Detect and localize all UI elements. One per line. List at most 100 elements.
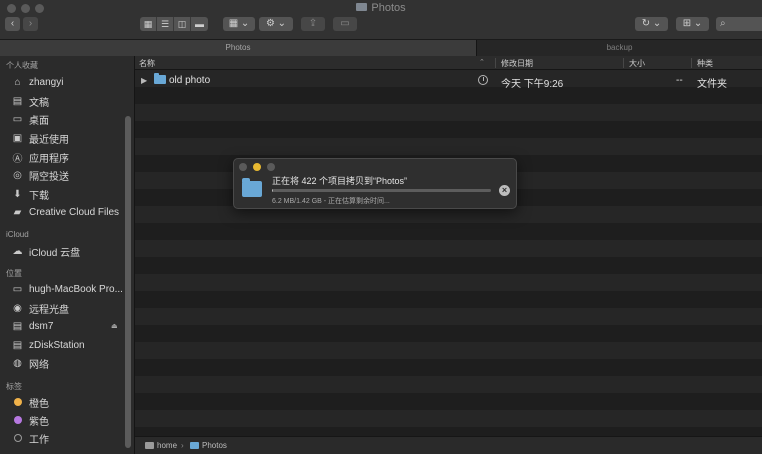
tab-bar: Photos backup [0,40,762,56]
tab-backup[interactable]: backup [476,40,762,56]
sidebar-item-applications[interactable]: Ⓐ 应用程序 [11,149,70,165]
share-button[interactable]: ⇪ [301,17,325,31]
edit-tags-button[interactable]: ▭ [333,17,357,31]
sidebar-item-zdiskstation[interactable]: ▤ zDiskStation [11,337,85,353]
gallery-view-button[interactable]: ▬ [191,17,208,31]
columns-icon: ◫ [174,17,190,31]
column-header-name[interactable]: 名称 [139,58,155,69]
gallery-icon: ▬ [191,17,208,31]
column-header-kind[interactable]: 种类 [697,58,713,69]
column-header-modified[interactable]: 修改日期 [501,58,533,69]
column-divider[interactable] [623,58,624,68]
file-modified: 今天 下午9:26 [501,79,564,90]
downloads-icon: ⬇ [13,188,22,200]
path-button[interactable]: ⊞ ⌄ [676,17,709,31]
list-view-button[interactable]: ☰ [157,17,174,31]
sidebar-item-tag-work[interactable]: 工作 [11,430,49,446]
sync-button[interactable]: ↻ ⌄ [635,17,668,31]
folder-icon [154,73,166,84]
column-view-button[interactable]: ◫ [174,17,191,31]
laptop-icon: ▭ [12,283,23,295]
sidebar-item-documents[interactable]: ▤ 文稿 [11,93,49,109]
gear-icon: ⚙ ⌄ [265,18,287,29]
sidebar-scrollbar[interactable] [125,116,131,448]
dialog-zoom-button[interactable] [267,163,275,171]
chevron-right-icon: › [28,18,33,29]
disc-icon: ◉ [13,302,22,314]
file-name: old photo [169,75,211,86]
sidebar-item-creative-cloud[interactable]: ▰ Creative Cloud Files [11,204,119,220]
sidebar-item-downloads[interactable]: ⬇ 下载 [11,186,49,202]
sidebar-item-tag-purple[interactable]: 紫色 [11,412,49,428]
sidebar-heading-tags: 标签 [6,382,22,391]
window-title: Photos [0,2,762,14]
sidebar-heading-icloud: iCloud [6,230,29,239]
folder-icon: ▰ [13,206,22,218]
chevron-right-icon: › [181,441,184,450]
home-icon: ⌂ [14,76,21,88]
sidebar-item-network[interactable]: ◍ 网络 [11,355,49,371]
file-list: 名称 ⌃ 修改日期 大小 种类 ▶ old photo 今天 下午9:26 --… [135,56,762,454]
view-mode-switcher: ▦ ☰ ◫ ▬ [140,17,208,31]
desktop-icon: ▭ [12,113,23,125]
sidebar-item-airdrop[interactable]: ◎ 隔空投送 [11,167,69,183]
server-icon: ▤ [12,339,23,351]
sidebar-item-tag-orange[interactable]: 橙色 [11,394,49,410]
table-row[interactable]: ▶ old photo 今天 下午9:26 -- 文件夹 [135,72,762,90]
folder-icon [190,442,199,449]
search-field[interactable]: ⌕ [716,17,762,31]
list-icon: ☰ [157,17,173,31]
folder-icon [356,3,368,11]
sidebar-heading-favorites: 个人收藏 [6,61,38,70]
column-divider[interactable] [495,58,496,68]
documents-icon: ▤ [12,95,23,107]
chevron-left-icon: ‹ [10,18,15,29]
sidebar-item-remote-disc[interactable]: ◉ 远程光盘 [11,300,69,316]
path-photos[interactable]: Photos [202,441,227,450]
tag-dot-icon [13,434,22,442]
path-bar: home › Photos [135,436,762,454]
row-stripes [135,70,762,433]
dialog-close-button[interactable] [239,163,247,171]
home-icon [145,442,154,449]
path-home[interactable]: home [157,441,177,450]
network-icon: ◍ [13,357,22,369]
tag-icon: ▭ [340,18,350,29]
grid-chevron-icon: ▦ ⌄ [228,18,250,29]
sidebar-item-icloud-drive[interactable]: ☁ iCloud 云盘 [11,243,81,259]
cancel-copy-button[interactable]: × [499,185,510,196]
applications-icon: Ⓐ [12,153,23,165]
refresh-icon: ↻ ⌄ [641,18,662,29]
dialog-minimize-button[interactable] [253,163,261,171]
column-header-size[interactable]: 大小 [629,58,645,69]
forward-button[interactable]: › [23,17,38,31]
airdrop-icon: ◎ [13,169,22,181]
server-icon: ▤ [12,320,23,332]
sidebar-item-recents[interactable]: ▣ 最近使用 [11,130,69,146]
copy-progress-bar [272,189,491,192]
disclosure-triangle-icon[interactable]: ▶ [141,76,147,85]
group-by-button[interactable]: ▦ ⌄ [223,17,255,31]
sidebar-item-dsm7[interactable]: ▤ dsm7 [11,318,54,334]
search-icon: ⌕ [720,18,726,29]
sidebar-hierarchy-icon: ⊞ ⌄ [682,18,703,29]
back-button[interactable]: ‹ [5,17,20,31]
copy-status: 6.2 MB/1.42 GB - 正在估算剩余时间... [272,198,390,205]
copy-progress-fill [272,189,273,192]
action-menu-button[interactable]: ⚙ ⌄ [259,17,293,31]
tab-photos[interactable]: Photos [0,40,476,56]
column-divider[interactable] [691,58,692,68]
sidebar-item-desktop[interactable]: ▭ 桌面 [11,111,49,127]
sidebar-item-home[interactable]: ⌂ zhangyi [11,74,63,90]
sort-indicator-icon: ⌃ [479,59,485,66]
tag-dot-icon [13,416,22,424]
toolbar: Photos ‹ › ▦ ☰ ◫ ▬ ▦ ⌄ ⚙ ⌄ ⇪ ▭ ↻ ⌄ ⊞ ⌄ ⌕ [0,0,762,40]
close-icon: × [501,185,508,195]
sidebar-heading-locations: 位置 [6,269,22,278]
icon-view-button[interactable]: ▦ [140,17,157,31]
sidebar: 个人收藏 ⌂ zhangyi ▤ 文稿 ▭ 桌面 ▣ 最近使用 Ⓐ 应用程序 ◎ 隔空投送 … [0,56,135,454]
eject-icon[interactable]: ⏏ [111,322,118,330]
copy-title: 正在将 422 个项目拷贝到“Photos” [272,176,408,186]
sidebar-item-macbook[interactable]: ▭ hugh-MacBook Pro... [11,281,123,297]
file-kind: 文件夹 [697,79,727,90]
